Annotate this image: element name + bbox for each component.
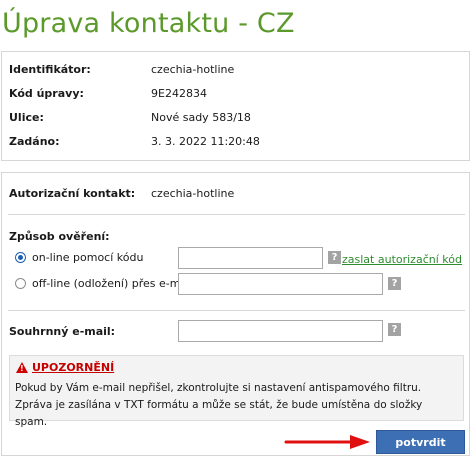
detail-value: 3. 3. 2022 11:20:48 xyxy=(151,135,260,148)
authorization-panel: Autorizační kontakt: czechia-hotline Způ… xyxy=(1,172,470,456)
detail-value: Nové sady 583/18 xyxy=(151,111,251,124)
auth-code-input[interactable] xyxy=(178,247,323,269)
detail-label: Kód úpravy: xyxy=(9,87,84,100)
detail-label: Identifikátor: xyxy=(9,63,91,76)
divider xyxy=(8,310,465,311)
help-icon[interactable]: ? xyxy=(388,277,401,290)
detail-row-street: Ulice: xyxy=(9,111,44,124)
page-title: Úprava kontaktu - CZ xyxy=(2,8,295,39)
radio-offline[interactable] xyxy=(15,278,26,289)
verification-heading: Způsob ověření: xyxy=(9,230,110,243)
summary-email-label: Souhrnný e-mail: xyxy=(9,325,116,338)
help-icon[interactable]: ? xyxy=(328,251,341,264)
offline-email-input[interactable] xyxy=(178,273,383,295)
radio-offline-label[interactable]: off-line (odložení) přes e-mail xyxy=(32,277,193,290)
confirm-button[interactable]: potvrdit xyxy=(376,430,465,454)
detail-value: czechia-hotline xyxy=(151,63,235,76)
divider xyxy=(8,214,465,215)
warning-text: Pokud by Vám e-mail nepřišel, zkontroluj… xyxy=(15,382,423,428)
detail-row-identifier: Identifikátor: xyxy=(9,63,91,76)
radio-online[interactable] xyxy=(15,252,26,263)
send-code-link[interactable]: zaslat autorizační kód xyxy=(342,253,462,266)
help-icon[interactable]: ? xyxy=(388,323,401,336)
warning-triangle-icon: ! xyxy=(16,362,28,373)
warning-box: ! UPOZORNĚNÍ Pokud by Vám e-mail nepřiše… xyxy=(9,355,464,428)
contact-details-panel: Identifikátor: czechia-hotline Kód úprav… xyxy=(1,51,470,161)
summary-email-input[interactable] xyxy=(178,320,383,342)
detail-row-submitted: Zadáno: xyxy=(9,135,59,148)
detail-label: Zadáno: xyxy=(9,135,60,148)
auth-contact-value: czechia-hotline xyxy=(151,187,235,200)
arrow-right-icon xyxy=(284,435,370,449)
detail-value: 9E242834 xyxy=(151,87,207,100)
detail-label: Ulice: xyxy=(9,111,44,124)
radio-online-label[interactable]: on-line pomocí kódu xyxy=(32,251,143,264)
detail-row-edit-code: Kód úpravy: xyxy=(9,87,84,100)
warning-title: UPOZORNĚNÍ xyxy=(32,361,115,374)
auth-contact-label: Autorizační kontakt: xyxy=(9,187,136,200)
